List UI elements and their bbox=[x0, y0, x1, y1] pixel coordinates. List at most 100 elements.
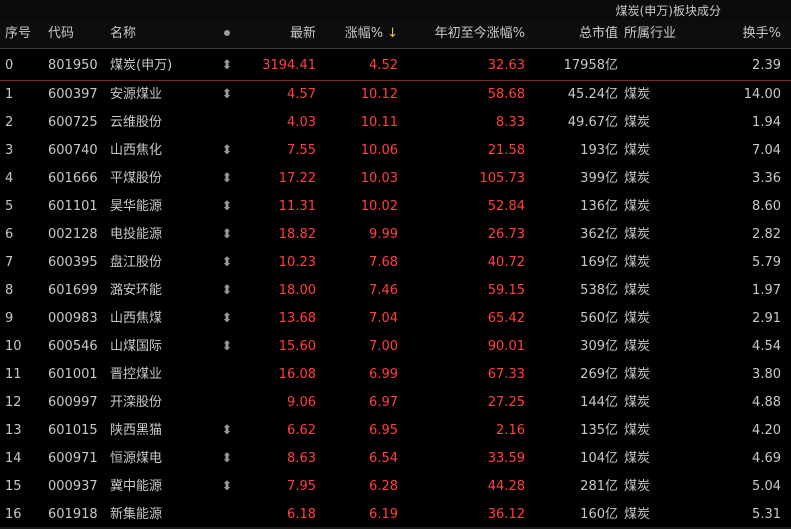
row-change-pct: 6.95 bbox=[369, 423, 398, 438]
table-row[interactable]: 13 601015 陕西黑猫 6.62 6.95 2.16 135亿 煤炭 4.20 ⬍ bbox=[0, 417, 791, 445]
row-turnover: 3.80 bbox=[752, 367, 781, 382]
row-seq: 4 bbox=[5, 171, 14, 186]
row-code: 601001 bbox=[48, 367, 98, 382]
row-change-pct: 6.54 bbox=[369, 451, 398, 466]
table-row[interactable]: 16 601918 新集能源 6.18 6.19 36.12 160亿 煤炭 5.31 bbox=[0, 501, 791, 529]
row-market-cap: 309亿 bbox=[580, 339, 618, 354]
row-code: 801950 bbox=[48, 58, 98, 73]
row-seq: 16 bbox=[5, 507, 22, 522]
row-market-cap: 17958亿 bbox=[563, 58, 618, 73]
row-name: 平煤股份 bbox=[110, 171, 163, 186]
row-name: 开滦股份 bbox=[110, 395, 163, 410]
row-seq: 9 bbox=[5, 311, 14, 326]
table-row[interactable]: 5 601101 昊华能源 11.31 10.02 52.84 136亿 煤炭 8.60 ⬍ bbox=[0, 193, 791, 221]
row-last-price: 7.55 bbox=[287, 143, 316, 158]
updown-arrow-icon: ⬍ bbox=[221, 423, 233, 438]
row-market-cap: 281亿 bbox=[580, 479, 618, 494]
header-name[interactable]: 名称 bbox=[110, 20, 136, 48]
header-last[interactable]: 最新 bbox=[290, 20, 316, 48]
header-turnover[interactable]: 换手% bbox=[743, 20, 781, 48]
row-market-cap: 136亿 bbox=[580, 199, 618, 214]
updown-arrow-icon: ⬍ bbox=[221, 451, 233, 466]
row-last-price: 18.82 bbox=[278, 227, 316, 242]
table-row[interactable]: 9 000983 山西焦煤 13.68 7.04 65.42 560亿 煤炭 2.91 ⬍ bbox=[0, 305, 791, 333]
row-turnover: 2.82 bbox=[752, 227, 781, 242]
row-change-pct: 7.04 bbox=[369, 311, 398, 326]
row-ytd-change: 32.63 bbox=[487, 58, 525, 73]
row-change-pct: 10.12 bbox=[360, 87, 398, 102]
row-seq: 1 bbox=[5, 87, 14, 102]
row-seq: 11 bbox=[5, 367, 22, 382]
table-row[interactable]: 0 801950 煤炭(申万) 3194.41 4.52 32.63 17958亿 2.39 ⬍ bbox=[0, 52, 791, 81]
row-industry: 煤炭 bbox=[624, 479, 651, 494]
row-change-pct: 10.02 bbox=[360, 199, 398, 214]
row-seq: 10 bbox=[5, 339, 22, 354]
row-seq: 13 bbox=[5, 423, 22, 438]
updown-arrow-icon: ⬍ bbox=[221, 255, 233, 270]
row-name: 陕西黑猫 bbox=[110, 423, 163, 438]
row-code: 601101 bbox=[48, 199, 98, 214]
header-cap[interactable]: 总市值 bbox=[579, 20, 618, 48]
row-seq: 8 bbox=[5, 283, 14, 298]
header-pct[interactable]: 涨幅% ↓ bbox=[345, 20, 398, 48]
row-market-cap: 193亿 bbox=[580, 143, 618, 158]
row-code: 600395 bbox=[48, 255, 98, 270]
table-row[interactable]: 11 601001 晋控煤业 16.08 6.99 67.33 269亿 煤炭 3.80 bbox=[0, 361, 791, 389]
table-row[interactable]: 14 600971 恒源煤电 8.63 6.54 33.59 104亿 煤炭 4.69 ⬍ bbox=[0, 445, 791, 473]
row-turnover: 7.04 bbox=[752, 143, 781, 158]
updown-arrow-icon: ⬍ bbox=[221, 283, 233, 298]
row-turnover: 3.36 bbox=[752, 171, 781, 186]
row-change-pct: 6.28 bbox=[369, 479, 398, 494]
table-row[interactable]: 7 600395 盘江股份 10.23 7.68 40.72 169亿 煤炭 5.79 ⬍ bbox=[0, 249, 791, 277]
updown-arrow-icon: ⬍ bbox=[221, 58, 233, 73]
row-turnover: 4.20 bbox=[752, 423, 781, 438]
table-row[interactable]: 3 600740 山西焦化 7.55 10.06 21.58 193亿 煤炭 7.04 ⬍ bbox=[0, 137, 791, 165]
row-turnover: 5.04 bbox=[752, 479, 781, 494]
row-name: 山煤国际 bbox=[110, 339, 163, 354]
table-row[interactable]: 1 600397 安源煤业 4.57 10.12 58.68 45.24亿 煤炭 14.00 ⬍ bbox=[0, 81, 791, 109]
row-industry: 煤炭 bbox=[624, 115, 651, 130]
table-row[interactable]: 8 601699 潞安环能 18.00 7.46 59.15 538亿 煤炭 1.97 ⬍ bbox=[0, 277, 791, 305]
table-row[interactable]: 12 600997 开滦股份 9.06 6.97 27.25 144亿 煤炭 4.88 bbox=[0, 389, 791, 417]
row-change-pct: 7.46 bbox=[369, 283, 398, 298]
row-market-cap: 135亿 bbox=[580, 423, 618, 438]
row-change-pct: 6.99 bbox=[369, 367, 398, 382]
updown-arrow-icon: ⬍ bbox=[221, 227, 233, 242]
table-row[interactable]: 4 601666 平煤股份 17.22 10.03 105.73 399亿 煤炭 3.36 ⬍ bbox=[0, 165, 791, 193]
header-code[interactable]: 代码 bbox=[48, 20, 74, 48]
row-last-price: 6.62 bbox=[287, 423, 316, 438]
row-change-pct: 7.68 bbox=[369, 255, 398, 270]
header-industry[interactable]: 所属行业 bbox=[624, 20, 676, 48]
row-industry: 煤炭 bbox=[624, 143, 651, 158]
row-code: 600725 bbox=[48, 115, 98, 130]
header-ytd[interactable]: 年初至今涨幅% bbox=[435, 20, 525, 48]
row-industry: 煤炭 bbox=[624, 507, 651, 522]
row-last-price: 8.63 bbox=[287, 451, 316, 466]
row-market-cap: 169亿 bbox=[580, 255, 618, 270]
header-seq[interactable]: 序号 bbox=[5, 20, 31, 48]
row-last-price: 4.03 bbox=[287, 115, 316, 130]
row-ytd-change: 36.12 bbox=[487, 507, 525, 522]
table-row[interactable]: 2 600725 云维股份 4.03 10.11 8.33 49.67亿 煤炭 1.94 bbox=[0, 109, 791, 137]
row-industry: 煤炭 bbox=[624, 87, 651, 102]
row-seq: 14 bbox=[5, 451, 22, 466]
row-change-pct: 10.11 bbox=[360, 115, 398, 130]
row-seq: 12 bbox=[5, 395, 22, 410]
row-name: 潞安环能 bbox=[110, 283, 163, 298]
row-code: 601015 bbox=[48, 423, 98, 438]
row-market-cap: 538亿 bbox=[580, 283, 618, 298]
row-name: 云维股份 bbox=[110, 115, 163, 130]
table-row[interactable]: 10 600546 山煤国际 15.60 7.00 90.01 309亿 煤炭 4.54 ⬍ bbox=[0, 333, 791, 361]
circle-icon[interactable] bbox=[220, 20, 234, 48]
table-row[interactable]: 15 000937 冀中能源 7.95 6.28 44.28 281亿 煤炭 5.04 ⬍ bbox=[0, 473, 791, 501]
board-title: 煤炭(申万)板块成分 bbox=[615, 4, 721, 18]
row-name: 山西焦化 bbox=[110, 143, 163, 158]
row-industry: 煤炭 bbox=[624, 171, 651, 186]
row-industry: 煤炭 bbox=[624, 283, 651, 298]
table-row[interactable]: 6 002128 电投能源 18.82 9.99 26.73 362亿 煤炭 2.82 ⬍ bbox=[0, 221, 791, 249]
row-industry: 煤炭 bbox=[624, 451, 651, 466]
row-code: 000983 bbox=[48, 311, 98, 326]
row-change-pct: 6.97 bbox=[369, 395, 398, 410]
row-name: 晋控煤业 bbox=[110, 367, 163, 382]
row-name: 煤炭(申万) bbox=[110, 58, 173, 73]
